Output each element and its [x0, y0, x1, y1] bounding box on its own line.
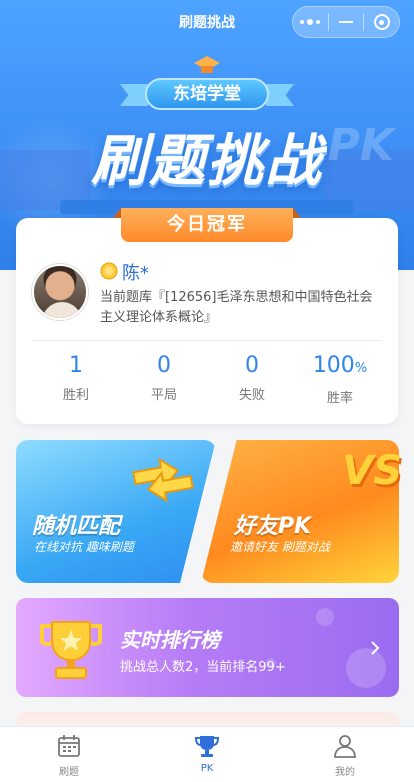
stat-value: 100	[312, 353, 355, 378]
stat-label: 平局	[150, 388, 177, 403]
stat-label: 胜利	[62, 388, 89, 403]
school-badge: 东培学堂	[145, 78, 269, 110]
tab-label: 刷题	[59, 767, 79, 778]
random-match-subtitle: 在线对抗 趣味刷题	[34, 540, 134, 554]
stat-unit: %	[354, 361, 368, 376]
vs-badge: VS	[342, 448, 402, 494]
chevron-right-icon	[370, 640, 382, 656]
random-match-title: 随机匹配	[32, 514, 121, 539]
tab-label: PK	[200, 763, 214, 774]
minimize-icon	[339, 21, 353, 23]
person-icon	[334, 735, 356, 758]
stat-win-rate: 100% 胜率	[296, 352, 384, 406]
close-button[interactable]	[364, 7, 399, 37]
ranking-subtitle: 挑战总人数2，当前排名99+	[120, 660, 286, 675]
champion-name: 陈*	[122, 263, 149, 284]
tab-label: 我的	[335, 767, 355, 778]
swap-arrows-icon	[132, 457, 194, 503]
stat-value: 0	[157, 353, 171, 378]
stat-value: 0	[245, 353, 259, 378]
more-button[interactable]	[293, 7, 328, 37]
question-bank-text: 当前题库『[12656]毛泽东思想和中国特色社会主义理论体系概论』	[100, 290, 373, 325]
more-dots-icon	[300, 19, 321, 25]
calendar-icon	[58, 735, 80, 757]
avatar	[32, 264, 88, 320]
trophy-icon	[194, 736, 220, 757]
tab-mine[interactable]: 我的	[305, 727, 385, 782]
stat-wins: 1 胜利	[32, 352, 120, 403]
friend-pk-title: 好友PK	[234, 514, 312, 539]
medal-icon	[100, 262, 118, 280]
stat-draws: 0 平局	[120, 352, 208, 403]
stat-label: 胜率	[326, 391, 353, 406]
mini-program-capsule	[292, 6, 400, 38]
trophy-icon	[40, 621, 102, 679]
stat-label: 失败	[238, 388, 265, 403]
stat-value: 1	[69, 353, 83, 378]
minimize-button[interactable]	[329, 7, 364, 37]
tab-pk[interactable]: PK	[167, 727, 247, 782]
divider	[32, 340, 382, 341]
bottom-tab-bar: 刷题 PK 我的	[0, 726, 414, 782]
stat-losses: 0 失败	[208, 352, 296, 403]
friend-pk-subtitle: 邀请好友 刷题对战	[230, 540, 330, 554]
graduation-cap-icon	[194, 56, 220, 73]
champion-tab: 今日冠军	[121, 208, 293, 242]
ranking-title: 实时排行榜	[120, 628, 220, 652]
close-circle-icon	[373, 14, 390, 30]
tab-practice[interactable]: 刷题	[29, 727, 109, 782]
hero-title: 刷题挑战	[91, 129, 323, 194]
